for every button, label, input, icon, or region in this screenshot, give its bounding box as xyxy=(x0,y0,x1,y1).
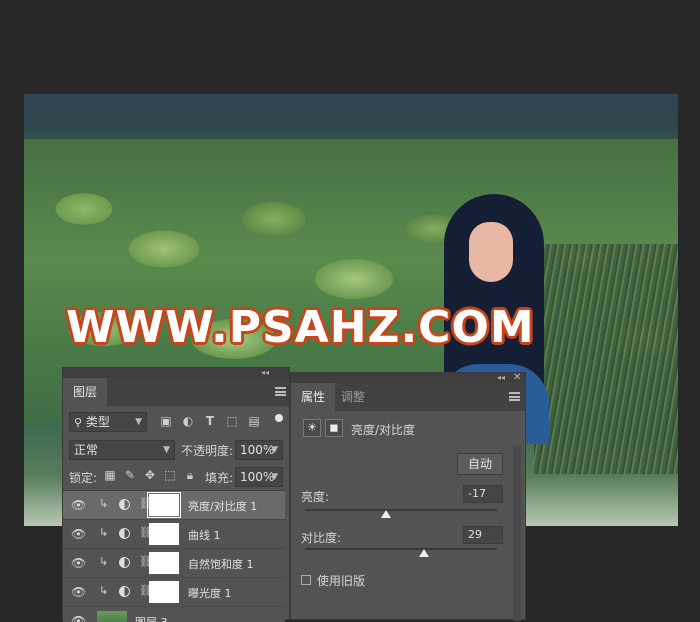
close-icon[interactable]: ✕ xyxy=(513,373,521,383)
chevron-down-icon: ▼ xyxy=(271,445,278,455)
layer-mask-thumbnail[interactable] xyxy=(149,552,179,574)
pixel-filter-icon[interactable]: ▣ xyxy=(159,414,173,428)
adjustment-layer-icon xyxy=(119,586,130,597)
tab-properties[interactable]: 属性 xyxy=(291,383,336,411)
brightness-label: 亮度: xyxy=(301,490,330,504)
smart-object-filter-icon[interactable]: ▤ xyxy=(247,414,261,428)
lock-label: 锁定: xyxy=(69,471,98,485)
adjustment-layer-icon xyxy=(119,557,130,568)
chevron-down-icon: ▼ xyxy=(271,472,278,482)
lock-pixels-icon[interactable]: ✎ xyxy=(123,468,137,482)
fill-label: 填充: xyxy=(205,471,234,485)
type-filter-icon[interactable]: T xyxy=(203,414,217,428)
filter-toggle-icon[interactable] xyxy=(275,414,283,422)
layer-filter-select[interactable]: ⚲ 类型 ▼ xyxy=(69,412,147,432)
layer-filter-value: 类型 xyxy=(85,415,110,429)
opacity-input[interactable]: 100% ▼ xyxy=(235,440,283,460)
fill-value: 100% xyxy=(240,470,275,484)
visibility-eye-icon[interactable]: 👁︎ xyxy=(71,615,86,622)
chevron-down-icon: ▼ xyxy=(135,417,142,427)
image-grass xyxy=(534,244,678,474)
lock-all-icon[interactable]: 🔒︎ xyxy=(183,468,197,482)
collapse-icon[interactable]: ◂◂ xyxy=(261,368,269,378)
blend-mode-value: 正常 xyxy=(74,443,99,457)
clip-arrow-icon: ↳ xyxy=(99,584,109,597)
panel-menu-icon[interactable] xyxy=(509,392,520,401)
lock-transparent-icon[interactable]: ▦ xyxy=(103,468,117,482)
clip-arrow-icon: ↳ xyxy=(99,497,109,510)
visibility-eye-icon[interactable]: 👁︎ xyxy=(71,528,86,540)
brightness-slider-track[interactable] xyxy=(305,509,497,511)
layer-name[interactable]: 图层 3 xyxy=(135,614,168,622)
panel-menu-icon[interactable] xyxy=(275,387,286,396)
scrollbar[interactable] xyxy=(513,445,521,621)
layer-name[interactable]: 曝光度 1 xyxy=(188,585,232,601)
contrast-label: 对比度: xyxy=(301,531,342,545)
blend-mode-select[interactable]: 正常 ▼ xyxy=(69,440,175,460)
legacy-checkbox[interactable] xyxy=(301,575,311,585)
layer-mask-thumbnail[interactable] xyxy=(149,581,179,603)
layers-tabbar: 图层 xyxy=(63,378,289,406)
contrast-slider-thumb[interactable] xyxy=(419,549,430,557)
tab-layers[interactable]: 图层 xyxy=(63,378,108,406)
shape-filter-icon[interactable]: ⬚ xyxy=(225,414,239,428)
layers-list: 👁︎ ↳ ⛓ 亮度/对比度 1 👁︎ ↳ ⛓ 曲线 1 👁︎ ↳ ⛓ 自然饱和度… xyxy=(63,490,285,622)
layers-panel: ◂◂ 图层 ⚲ 类型 ▼ ▣ ◐ T ⬚ ▤ 正常 ▼ 不透明度: 100% ▼… xyxy=(62,367,290,622)
layer-mask-thumbnail[interactable] xyxy=(147,492,181,518)
lock-position-icon[interactable]: ✥ xyxy=(143,468,157,482)
layer-mask-thumbnail[interactable] xyxy=(149,523,179,545)
properties-tabbar: 属性 调整 xyxy=(291,383,525,411)
layer-row-exposure[interactable]: 👁︎ ↳ ⛓ 曝光度 1 xyxy=(63,578,285,607)
layer-name[interactable]: 曲线 1 xyxy=(188,527,221,543)
brightness-sun-icon: ☀ xyxy=(303,419,321,437)
opacity-label: 不透明度: xyxy=(181,444,234,458)
adjustment-layer-icon xyxy=(119,528,130,539)
properties-panel: ◂◂ ✕ 属性 调整 ☀ ◼ 亮度/对比度 自动 亮度: -17 对比度: 29… xyxy=(290,372,526,621)
watermark-text: WWW.PSAHZ.COM xyxy=(66,302,535,353)
brightness-input[interactable]: -17 xyxy=(463,485,503,503)
collapse-icon[interactable]: ◂◂ xyxy=(497,373,505,383)
visibility-eye-icon[interactable]: 👁︎ xyxy=(71,586,86,598)
fill-input[interactable]: 100% ▼ xyxy=(235,467,283,487)
layer-name[interactable]: 自然饱和度 1 xyxy=(188,556,254,572)
contrast-slider-track[interactable] xyxy=(305,548,497,550)
layer-name[interactable]: 亮度/对比度 1 xyxy=(188,498,257,514)
contrast-input[interactable]: 29 xyxy=(463,526,503,544)
layer-thumbnail[interactable] xyxy=(97,611,127,622)
layer-row-vibrance[interactable]: 👁︎ ↳ ⛓ 自然饱和度 1 xyxy=(63,549,285,578)
adjustment-title: 亮度/对比度 xyxy=(351,423,416,437)
visibility-eye-icon[interactable]: 👁︎ xyxy=(71,557,86,569)
search-icon: ⚲ xyxy=(74,416,83,429)
layer-row-brightness-contrast[interactable]: 👁︎ ↳ ⛓ 亮度/对比度 1 xyxy=(63,491,285,520)
lock-artboard-icon[interactable]: ⬚ xyxy=(163,468,177,482)
chevron-down-icon: ▼ xyxy=(163,445,170,455)
visibility-eye-icon[interactable]: 👁︎ xyxy=(71,499,86,511)
brightness-slider-thumb[interactable] xyxy=(380,510,391,518)
clip-arrow-icon: ↳ xyxy=(99,526,109,539)
legacy-label: 使用旧版 xyxy=(317,574,366,588)
clip-arrow-icon: ↳ xyxy=(99,555,109,568)
mask-icon[interactable]: ◼ xyxy=(325,419,343,437)
adjustment-filter-icon[interactable]: ◐ xyxy=(181,414,195,428)
auto-button[interactable]: 自动 xyxy=(457,453,503,475)
layer-row-curves[interactable]: 👁︎ ↳ ⛓ 曲线 1 xyxy=(63,520,285,549)
opacity-value: 100% xyxy=(240,443,275,457)
adjustment-layer-icon xyxy=(119,499,130,510)
tab-adjustments[interactable]: 调整 xyxy=(331,383,375,411)
